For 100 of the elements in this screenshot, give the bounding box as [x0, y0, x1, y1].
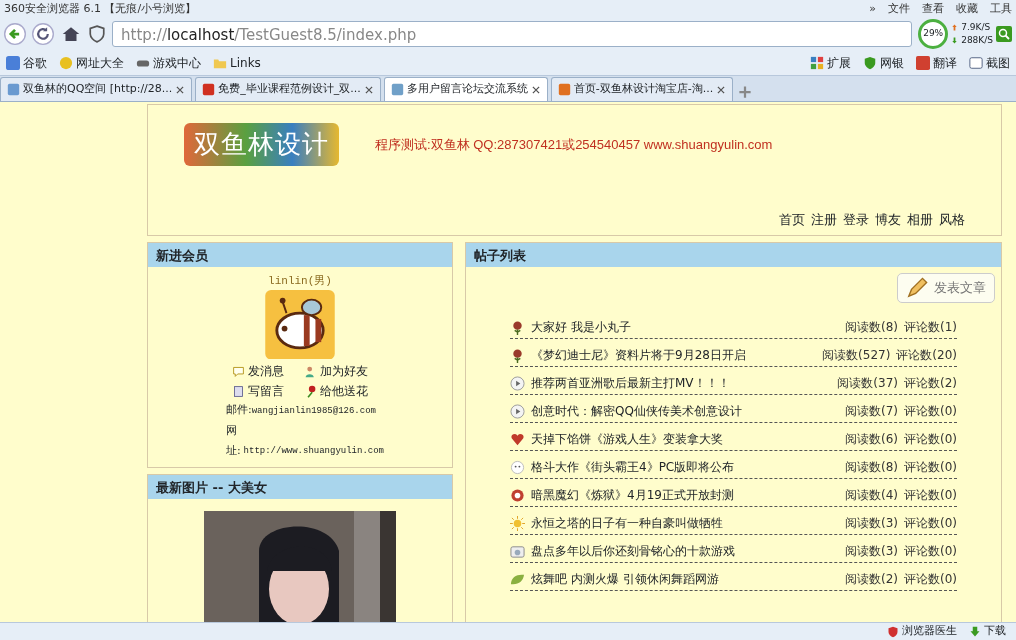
read-count: 阅读数(527) — [822, 347, 891, 364]
nav-link[interactable]: 登录 — [843, 209, 869, 229]
page-icon — [557, 83, 571, 96]
menu-item[interactable]: 收藏 — [956, 1, 978, 17]
bookmark-link[interactable]: Links — [213, 53, 261, 72]
toolbar-button[interactable]: 扩展 — [810, 53, 851, 72]
speed-percent: 29% — [918, 19, 949, 49]
panel-header: 新进会员 — [148, 243, 452, 267]
pencil-icon — [906, 277, 928, 299]
upload-speed: 7.9K/S — [961, 20, 991, 34]
post-title-link[interactable]: 大家好 我是小丸子 — [531, 318, 631, 336]
download-icon — [969, 625, 981, 638]
toolbar-button[interactable]: 网银 — [863, 53, 904, 72]
email-label: 邮件: — [226, 402, 252, 418]
read-count: 阅读数(37) — [837, 375, 898, 392]
menu-item[interactable]: 文件 — [888, 1, 910, 17]
menu-item[interactable]: 查看 — [922, 1, 944, 17]
post-title-link[interactable]: 炫舞吧 内测火爆 引领休闲舞蹈网游 — [531, 570, 719, 588]
play-icon — [510, 403, 525, 419]
comment-count: 评论数(0) — [904, 459, 957, 476]
comment-count: 评论数(20) — [896, 347, 957, 364]
toolbar-button[interactable]: 截图 — [969, 53, 1010, 72]
comment-count: 评论数(0) — [904, 571, 957, 588]
nav-link[interactable]: 注册 — [811, 209, 837, 229]
comment-count: 评论数(0) — [904, 487, 957, 504]
post-title-link[interactable]: 格斗大作《街头霸王4》PC版即将公布 — [531, 458, 735, 476]
status-link[interactable]: 浏览器医生 — [887, 624, 957, 639]
member-action-link[interactable]: 发消息 — [232, 362, 284, 380]
browser-tab[interactable]: 多用户留言论坛交流系统 — [383, 77, 548, 101]
shield-icon — [887, 625, 899, 638]
grid-icon — [810, 55, 824, 70]
nav-link[interactable]: 风格 — [939, 209, 965, 229]
ring-icon — [510, 487, 525, 503]
nav-link[interactable]: 相册 — [907, 209, 933, 229]
download-speed: 288K/S — [961, 34, 993, 47]
website-label: 网址: — [226, 423, 242, 459]
window-title: 360安全浏览器 6.1 【无痕/小号浏览】 — [4, 1, 197, 17]
bee-avatar[interactable] — [264, 289, 336, 359]
refresh-icon[interactable] — [32, 23, 54, 45]
browser-tab[interactable]: 首页-双鱼林设计淘宝店-淘... — [550, 77, 734, 101]
close-icon[interactable] — [363, 84, 374, 95]
menu-item[interactable]: 工具 — [990, 1, 1012, 17]
browser-tab[interactable]: 免费_毕业课程范例设计_双... — [195, 77, 381, 101]
member-action-link[interactable]: 给他送花 — [304, 382, 368, 400]
member-action-link[interactable]: 加为好友 — [304, 362, 368, 380]
nav-link[interactable]: 博友 — [875, 209, 901, 229]
read-count: 阅读数(7) — [845, 403, 898, 420]
read-count: 阅读数(2) — [845, 571, 898, 588]
comment-count: 评论数(0) — [904, 431, 957, 448]
comment-count: 评论数(0) — [904, 543, 957, 560]
post-title-link[interactable]: 推荐两首亚洲歌后最新主打MV！！！ — [531, 374, 730, 392]
browser-tab[interactable]: 双鱼林的QQ空间 [http://28... — [0, 77, 193, 101]
bookmark-link[interactable]: 谷歌 — [6, 53, 47, 72]
comment-count: 评论数(2) — [904, 375, 957, 392]
post-title-link[interactable]: 天掉下馅饼《游戏人生》变装拿大奖 — [531, 430, 723, 448]
down-arrow-icon — [951, 36, 959, 46]
person-icon — [304, 364, 317, 378]
rose-icon — [510, 319, 525, 335]
post-title-link[interactable]: 《梦幻迪士尼》资料片将于9月28日开启 — [531, 346, 746, 364]
sun-icon — [510, 515, 525, 531]
bookmark-link[interactable]: 游戏中心 — [136, 53, 201, 72]
close-icon[interactable] — [530, 84, 541, 95]
comment-count: 评论数(0) — [904, 403, 957, 420]
status-link[interactable]: 下载 — [969, 624, 1006, 639]
nav-link[interactable]: 首页 — [779, 209, 805, 229]
rose-icon — [510, 347, 525, 363]
play-icon — [510, 375, 525, 391]
tagline: 程序测试:双鱼林 QQ:287307421或254540457 www.shuangyulin.com — [375, 135, 773, 154]
read-count: 阅读数(4) — [845, 487, 898, 504]
read-count: 阅读数(8) — [845, 459, 898, 476]
panel-header: 帖子列表 — [466, 243, 1001, 267]
bookmark-link[interactable]: 网址大全 — [59, 53, 124, 72]
comment-count: 评论数(0) — [904, 515, 957, 532]
member-action-link[interactable]: 写留言 — [232, 382, 284, 400]
toolbar-button[interactable]: 翻译 — [916, 53, 957, 72]
post-title-link[interactable]: 永恒之塔的日子有一种自豪叫做牺牲 — [531, 514, 723, 532]
member-name[interactable]: linlin(男) — [268, 273, 332, 290]
page-icon — [7, 83, 20, 96]
address-field[interactable]: http://localhost/TestGuest8.5/index.php — [112, 21, 913, 47]
read-count: 阅读数(3) — [845, 515, 898, 532]
close-icon[interactable] — [716, 84, 727, 95]
back-icon[interactable] — [4, 23, 26, 45]
search-icon[interactable] — [996, 26, 1012, 42]
publish-button[interactable]: 发表文章 — [897, 273, 995, 303]
face-icon — [510, 459, 525, 475]
read-count: 阅读数(8) — [845, 319, 898, 336]
shield-icon — [88, 25, 106, 43]
post-title-link[interactable]: 创意时代：解密QQ仙侠传美术创意设计 — [531, 402, 742, 420]
logo: 双鱼林设计 — [184, 123, 339, 166]
comment-count: 评论数(1) — [904, 319, 957, 336]
menu-item[interactable]: » — [869, 1, 876, 17]
post-title-link[interactable]: 盘点多年以后你还刻骨铭心的十款游戏 — [531, 542, 735, 560]
email-value: wangjianlin1985@126.com — [251, 405, 376, 418]
close-icon[interactable] — [175, 84, 186, 95]
read-count: 阅读数(6) — [845, 431, 898, 448]
page-icon — [202, 83, 216, 96]
website-value: http://www.shuangyulin.com — [243, 445, 385, 458]
note-icon — [232, 384, 245, 398]
post-title-link[interactable]: 暗黑魔幻《炼狱》4月19正式开放封测 — [531, 486, 734, 504]
bubble-icon — [232, 364, 245, 378]
